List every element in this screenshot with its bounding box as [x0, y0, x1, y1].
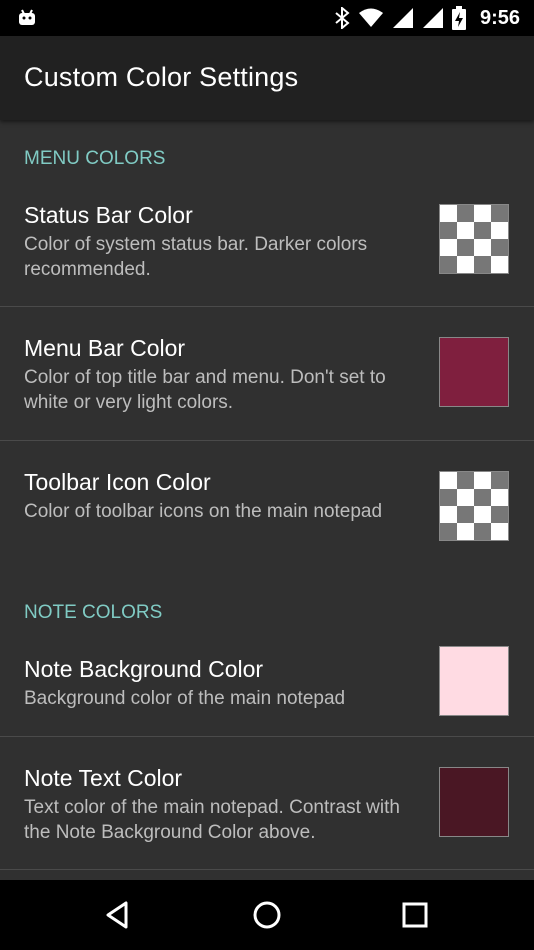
pref-title: Note Text Color — [24, 765, 183, 791]
color-swatch — [439, 646, 509, 716]
pref-title: Toolbar Icon Color — [24, 469, 211, 495]
pref-note-background-color[interactable]: Note Background Color Background color o… — [0, 638, 534, 736]
color-swatch — [439, 337, 509, 407]
settings-list[interactable]: MENU COLORS Status Bar Color Color of sy… — [0, 120, 534, 880]
status-bar: 9:56 — [0, 0, 534, 36]
pref-summary: Color of system status bar. Darker color… — [24, 234, 368, 280]
signal-icon — [392, 8, 413, 28]
pref-title: Menu Bar Color — [24, 335, 186, 361]
pref-toolbar-icon-color[interactable]: Toolbar Icon Color Color of toolbar icon… — [0, 441, 534, 571]
bluetooth-icon — [335, 7, 350, 29]
pref-summary: Color of top title bar and menu. Don't s… — [24, 367, 386, 413]
pref-summary: Text color of the main notepad. Contrast… — [24, 797, 400, 843]
pref-title: Status Bar Color — [24, 202, 193, 228]
navigation-bar — [0, 880, 534, 950]
pref-summary: Background color of the main notepad — [24, 688, 346, 709]
home-icon[interactable] — [249, 897, 285, 933]
pref-summary: Color of toolbar icons on the main notep… — [24, 501, 383, 522]
pref-note-text-color[interactable]: Note Text Color Text color of the main n… — [0, 737, 534, 869]
color-swatch — [439, 471, 509, 541]
color-swatch — [439, 767, 509, 837]
pref-menu-bar-color[interactable]: Menu Bar Color Color of top title bar an… — [0, 307, 534, 440]
page-title: Custom Color Settings — [24, 62, 299, 92]
divider — [0, 869, 534, 870]
back-icon[interactable] — [100, 897, 136, 933]
recents-icon[interactable] — [397, 897, 433, 933]
wifi-icon — [358, 8, 383, 27]
section-header-note-colors: NOTE COLORS — [24, 602, 163, 623]
clock: 9:56 — [479, 6, 520, 29]
app-bar: Custom Color Settings — [0, 36, 534, 120]
android-icon — [19, 9, 35, 25]
pref-status-bar-color[interactable]: Status Bar Color Color of system status … — [0, 184, 534, 306]
pref-title: Note Background Color — [24, 656, 264, 682]
battery-charging-icon — [451, 6, 466, 30]
section-header-menu-colors: MENU COLORS — [24, 148, 166, 169]
signal-icon — [422, 8, 443, 28]
color-swatch — [439, 204, 509, 274]
